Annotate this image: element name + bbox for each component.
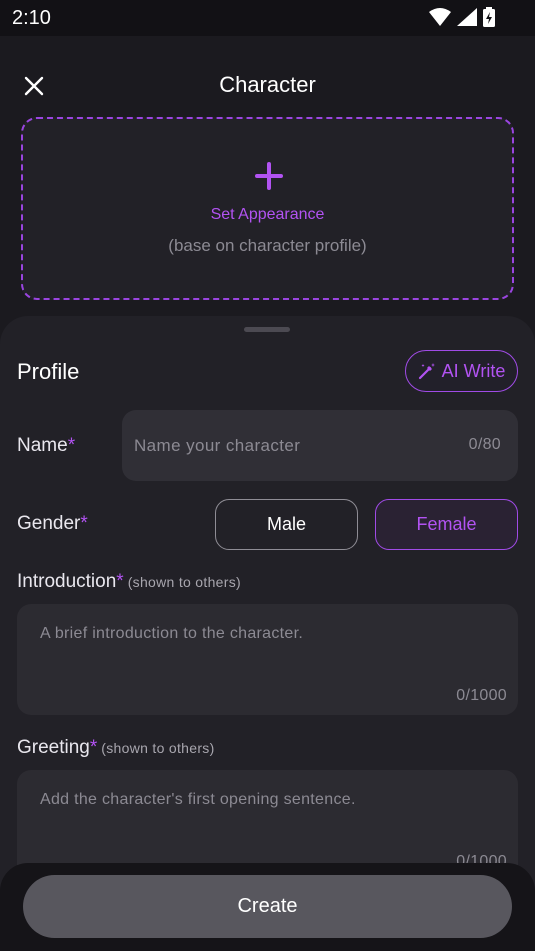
status-bar: 2:10 xyxy=(0,0,535,36)
profile-title: Profile xyxy=(17,359,80,384)
required-mark: * xyxy=(67,435,76,456)
signal-icon xyxy=(457,8,477,26)
introduction-note: (shown to others) xyxy=(127,574,241,590)
set-appearance-box[interactable]: Set Appearance (base on character profil… xyxy=(21,117,514,300)
gender-label: Gender* xyxy=(17,513,88,534)
introduction-label: Introduction* (shown to others) xyxy=(17,571,241,592)
name-label: Name* xyxy=(17,435,76,456)
plus-icon xyxy=(255,162,283,190)
name-input[interactable] xyxy=(134,410,434,481)
status-icons xyxy=(429,7,495,27)
required-mark: * xyxy=(116,571,124,592)
required-mark: * xyxy=(89,737,98,758)
name-field[interactable]: 0/80 xyxy=(122,410,518,481)
profile-sheet: Profile AI Write Name* 0/80 Gender* Male… xyxy=(0,316,535,951)
name-counter: 0/80 xyxy=(468,436,501,453)
drag-handle[interactable] xyxy=(244,327,290,332)
ai-write-label: AI Write xyxy=(441,360,506,381)
status-time: 2:10 xyxy=(12,7,51,29)
greeting-note: (shown to others) xyxy=(101,740,215,756)
greeting-placeholder: Add the character's first opening senten… xyxy=(40,791,356,808)
required-mark: * xyxy=(80,513,88,534)
magic-wand-icon xyxy=(418,363,435,380)
bottom-bar: Create xyxy=(0,863,535,951)
introduction-placeholder: A brief introduction to the character. xyxy=(40,625,304,642)
create-button[interactable]: Create xyxy=(23,875,512,938)
set-appearance-label: Set Appearance xyxy=(210,206,325,223)
greeting-label: Greeting* (shown to others) xyxy=(17,737,215,758)
gender-male-button[interactable]: Male xyxy=(215,499,358,550)
ai-write-button[interactable]: AI Write xyxy=(405,350,518,392)
gender-female-button[interactable]: Female xyxy=(375,499,518,550)
page-title: Character xyxy=(219,72,316,97)
wifi-icon xyxy=(429,8,451,26)
introduction-textarea[interactable]: A brief introduction to the character. 0… xyxy=(17,604,518,715)
set-appearance-hint: (base on character profile) xyxy=(168,236,367,255)
introduction-counter: 0/1000 xyxy=(456,687,507,704)
battery-icon xyxy=(483,7,495,27)
